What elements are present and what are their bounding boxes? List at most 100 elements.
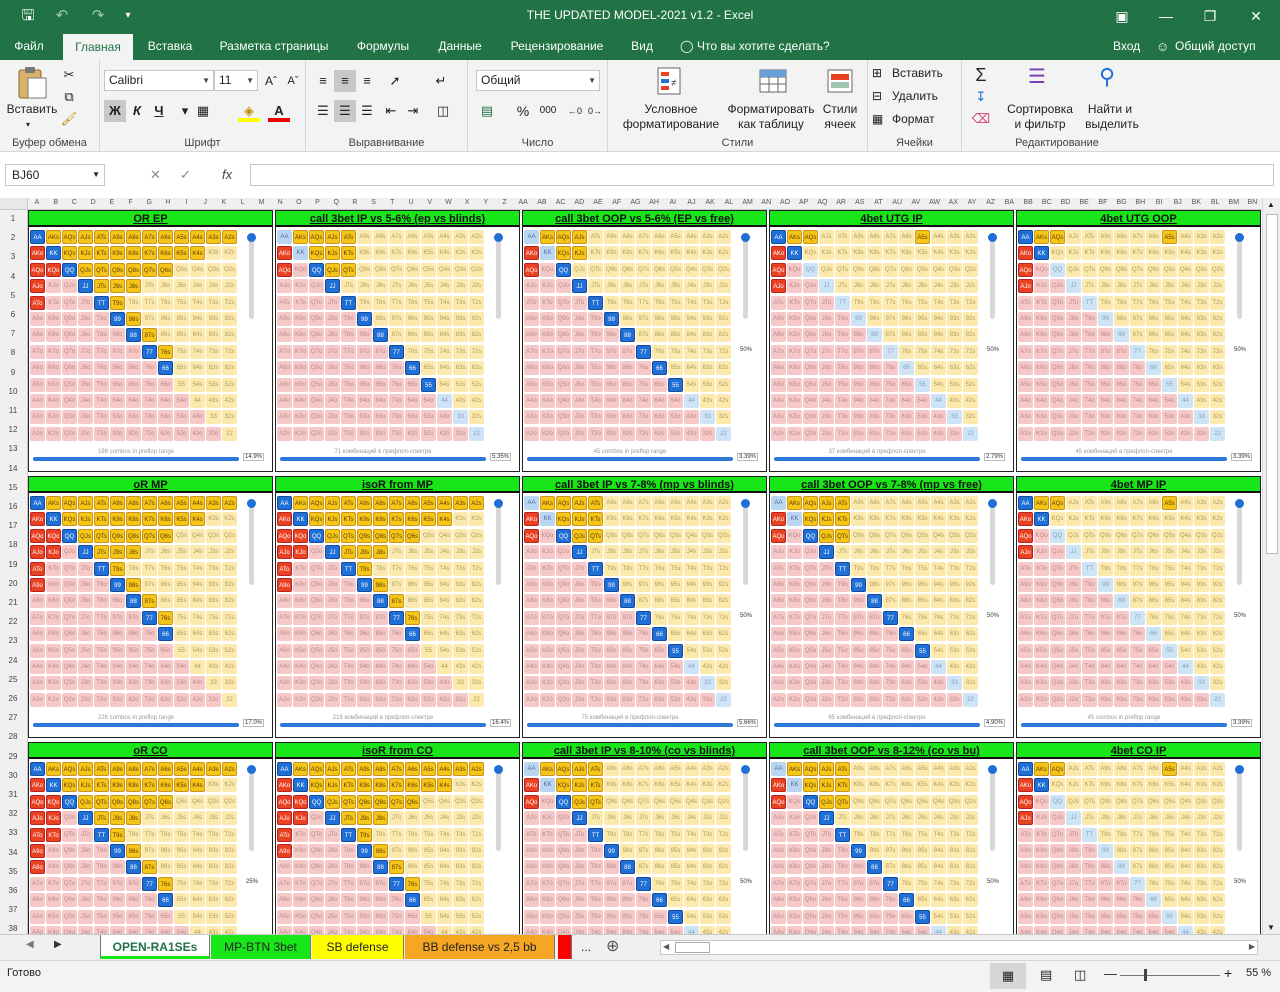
hand-cell[interactable]: Q3o bbox=[803, 410, 818, 425]
hand-cell[interactable]: T9o bbox=[588, 312, 603, 326]
hand-cell[interactable]: T2s bbox=[963, 827, 978, 842]
hand-cell[interactable]: Q7s bbox=[636, 794, 651, 809]
hand-cell[interactable]: J3s bbox=[700, 545, 715, 560]
hand-cell[interactable]: K9o bbox=[1034, 844, 1049, 858]
hand-cell[interactable]: 65s bbox=[1162, 893, 1177, 908]
row-header[interactable]: 18 bbox=[0, 540, 26, 549]
hand-cell[interactable]: A7s bbox=[636, 496, 651, 510]
column-header[interactable]: BL bbox=[1206, 199, 1224, 206]
hand-cell[interactable]: A2o bbox=[30, 692, 45, 707]
column-header[interactable]: BD bbox=[1057, 199, 1075, 206]
hand-cell[interactable]: QTo bbox=[309, 561, 324, 576]
hand-cell[interactable]: 92s bbox=[1210, 578, 1225, 592]
hand-cell[interactable]: AA bbox=[277, 496, 292, 510]
hand-cell[interactable]: A2o bbox=[1018, 692, 1033, 707]
hand-cell[interactable]: 32o bbox=[206, 426, 221, 441]
hand-cell[interactable]: 87s bbox=[389, 594, 404, 609]
hand-cell[interactable]: T7o bbox=[588, 610, 603, 625]
hand-cell[interactable]: K3s bbox=[206, 246, 221, 261]
hand-cell[interactable]: T6o bbox=[588, 361, 603, 376]
hand-cell[interactable]: J3o bbox=[819, 410, 834, 425]
hand-cell[interactable]: 94o bbox=[851, 926, 866, 934]
hand-cell[interactable]: AJo bbox=[277, 279, 292, 294]
hand-cell[interactable]: A9s bbox=[357, 230, 372, 244]
hand-cell[interactable]: T9o bbox=[835, 844, 850, 858]
hand-cell[interactable]: K4s bbox=[437, 778, 452, 793]
hand-cell[interactable]: QQ bbox=[62, 794, 77, 809]
hand-cell[interactable]: T5s bbox=[915, 561, 930, 576]
tab-scroll-right-icon[interactable]: ▶ bbox=[54, 939, 62, 950]
hand-cell[interactable]: 32o bbox=[1194, 426, 1209, 441]
hand-cell[interactable]: J9o bbox=[325, 578, 340, 592]
hand-cell[interactable]: 53o bbox=[421, 676, 436, 691]
hand-cell[interactable]: K2o bbox=[1034, 692, 1049, 707]
hand-cell[interactable]: 62o bbox=[652, 692, 667, 707]
hand-cell[interactable]: A9o bbox=[277, 578, 292, 592]
hand-cell[interactable]: JJ bbox=[325, 279, 340, 294]
hand-cell[interactable]: 86o bbox=[1114, 893, 1129, 908]
format-as-table-icon[interactable] bbox=[758, 66, 788, 96]
hand-cell[interactable]: 64s bbox=[190, 627, 205, 642]
hand-cell[interactable]: KQo bbox=[46, 794, 61, 809]
hand-cell[interactable]: Q4s bbox=[437, 794, 452, 809]
hand-cell[interactable]: J3o bbox=[572, 676, 587, 691]
hand-cell[interactable]: AKs bbox=[46, 496, 61, 510]
hand-cell[interactable]: J7s bbox=[636, 811, 651, 826]
hand-cell[interactable]: A8o bbox=[524, 594, 539, 609]
hand-cell[interactable]: Q6o bbox=[62, 627, 77, 642]
hand-cell[interactable]: 55 bbox=[915, 377, 930, 392]
hand-cell[interactable]: K3o bbox=[46, 410, 61, 425]
hand-cell[interactable]: A9s bbox=[604, 230, 619, 244]
hand-cell[interactable]: 43s bbox=[453, 660, 468, 674]
hand-cell[interactable]: Q3s bbox=[1194, 794, 1209, 809]
hand-cell[interactable]: 74o bbox=[142, 660, 157, 674]
hand-cell[interactable]: 84s bbox=[684, 594, 699, 609]
hand-cell[interactable]: K3s bbox=[1194, 778, 1209, 793]
hand-cell[interactable]: 95s bbox=[915, 312, 930, 326]
hand-cell[interactable]: Q3s bbox=[1194, 528, 1209, 543]
hand-cell[interactable]: A3s bbox=[1194, 762, 1209, 776]
hand-cell[interactable]: 85s bbox=[1162, 860, 1177, 875]
hand-cell[interactable]: A3s bbox=[947, 762, 962, 776]
hand-cell[interactable]: Q8s bbox=[1114, 528, 1129, 543]
hand-cell[interactable]: 76o bbox=[389, 361, 404, 376]
hand-cell[interactable]: T4o bbox=[588, 660, 603, 674]
hand-cell[interactable]: KJo bbox=[787, 279, 802, 294]
hand-cell[interactable]: A3s bbox=[453, 496, 468, 510]
hand-cell[interactable]: 86o bbox=[373, 361, 388, 376]
hand-cell[interactable]: Q2o bbox=[309, 426, 324, 441]
hand-cell[interactable]: 94s bbox=[437, 578, 452, 592]
hand-cell[interactable]: 75o bbox=[1130, 377, 1145, 392]
hand-cell[interactable]: Q9s bbox=[604, 262, 619, 277]
hand-cell[interactable]: AA bbox=[277, 762, 292, 776]
hand-cell[interactable]: K2o bbox=[1034, 426, 1049, 441]
hand-cell[interactable]: QQ bbox=[556, 794, 571, 809]
hand-cell[interactable]: 63o bbox=[1146, 676, 1161, 691]
hand-cell[interactable]: 42o bbox=[684, 692, 699, 707]
hand-cell[interactable]: 95s bbox=[174, 312, 189, 326]
tab-scroll-left-icon[interactable]: ◀ bbox=[26, 939, 34, 950]
hand-cell[interactable]: Q4o bbox=[62, 926, 77, 934]
hand-cell[interactable]: J4o bbox=[325, 394, 340, 408]
hand-cell[interactable]: 72s bbox=[963, 344, 978, 359]
hand-cell[interactable]: A5s bbox=[1162, 230, 1177, 244]
hand-cell[interactable]: 72s bbox=[469, 610, 484, 625]
hand-cell[interactable]: 99 bbox=[1098, 578, 1113, 592]
hand-cell[interactable]: 96s bbox=[1146, 578, 1161, 592]
hand-cell[interactable]: K5s bbox=[668, 246, 683, 261]
hand-cell[interactable]: J8s bbox=[867, 545, 882, 560]
hand-cell[interactable]: ATo bbox=[1018, 827, 1033, 842]
hand-cell[interactable]: AQs bbox=[309, 496, 324, 510]
weight-slider-knob[interactable] bbox=[247, 765, 256, 774]
format-as-table-label-2[interactable]: как таблицу bbox=[726, 117, 816, 131]
hand-cell[interactable]: 87s bbox=[142, 328, 157, 343]
hand-cell[interactable]: Q5s bbox=[1162, 262, 1177, 277]
hand-cell[interactable]: 76o bbox=[142, 893, 157, 908]
cell-styles-label-1[interactable]: Стили bbox=[818, 102, 862, 116]
hand-cell[interactable]: K8s bbox=[126, 246, 141, 261]
hand-cell[interactable]: Q2o bbox=[309, 692, 324, 707]
add-sheet-icon[interactable]: ⊕ bbox=[606, 936, 619, 956]
hand-cell[interactable]: J7o bbox=[819, 610, 834, 625]
hand-cell[interactable]: Q5o bbox=[1050, 377, 1065, 392]
hand-cell[interactable]: J9o bbox=[572, 844, 587, 858]
